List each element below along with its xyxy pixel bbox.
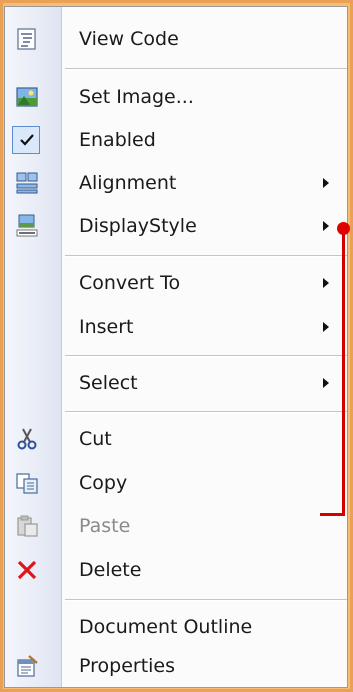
- menu-item-label: View Code: [79, 28, 179, 50]
- menu-separator: [65, 68, 347, 70]
- menu-item-view-code[interactable]: View Code: [5, 17, 347, 61]
- menu-item-document-outline[interactable]: Document Outline: [5, 605, 347, 649]
- copy-icon: [15, 471, 39, 495]
- image-icon: [15, 85, 39, 109]
- delete-icon: [15, 558, 39, 582]
- checkmark-icon: [17, 130, 37, 150]
- menu-separator: [65, 355, 347, 357]
- menu-item-properties[interactable]: Properties: [5, 644, 347, 687]
- submenu-arrow-icon: [323, 322, 329, 332]
- menu-separator: [65, 599, 347, 601]
- alignment-icon: [15, 171, 39, 195]
- menu-item-enabled[interactable]: Enabled: [5, 118, 347, 162]
- annotation-dot: [337, 222, 350, 235]
- menu-item-label: Document Outline: [79, 616, 253, 638]
- menu-separator: [65, 411, 347, 413]
- menu-item-label: Select: [79, 372, 138, 394]
- context-menu: View Code Set Image... Enabled Alignment…: [4, 6, 348, 688]
- submenu-arrow-icon: [323, 221, 329, 231]
- menu-separator: [65, 255, 347, 257]
- menu-item-label: Properties: [79, 655, 176, 677]
- display-style-icon: [15, 214, 39, 238]
- submenu-arrow-icon: [323, 278, 329, 288]
- menu-item-insert[interactable]: Insert: [5, 305, 347, 349]
- menu-item-copy[interactable]: Copy: [5, 461, 347, 505]
- properties-icon: [15, 654, 39, 678]
- annotation-line: [320, 513, 345, 516]
- menu-item-delete[interactable]: Delete: [5, 548, 347, 592]
- menu-item-label: Delete: [79, 559, 142, 581]
- submenu-arrow-icon: [323, 178, 329, 188]
- menu-item-display-style[interactable]: DisplayStyle: [5, 204, 347, 248]
- menu-item-label: Insert: [79, 316, 134, 338]
- menu-item-label: Paste: [79, 515, 131, 537]
- menu-item-alignment[interactable]: Alignment: [5, 161, 347, 205]
- menu-item-label: Alignment: [79, 172, 177, 194]
- menu-item-paste[interactable]: Paste: [5, 504, 347, 548]
- submenu-arrow-icon: [323, 378, 329, 388]
- menu-item-set-image[interactable]: Set Image...: [5, 75, 347, 119]
- scissors-icon: [15, 427, 39, 451]
- menu-item-label: DisplayStyle: [79, 215, 197, 237]
- menu-item-label: Convert To: [79, 272, 181, 294]
- paste-icon: [15, 514, 39, 538]
- menu-item-convert-to[interactable]: Convert To: [5, 261, 347, 305]
- menu-item-label: Enabled: [79, 129, 156, 151]
- menu-item-label: Cut: [79, 428, 112, 450]
- menu-item-select[interactable]: Select: [5, 361, 347, 405]
- menu-item-label: Set Image...: [79, 86, 194, 108]
- menu-item-label: Copy: [79, 472, 128, 494]
- view-code-icon: [15, 27, 39, 51]
- menu-item-cut[interactable]: Cut: [5, 417, 347, 461]
- annotation-line: [342, 228, 345, 516]
